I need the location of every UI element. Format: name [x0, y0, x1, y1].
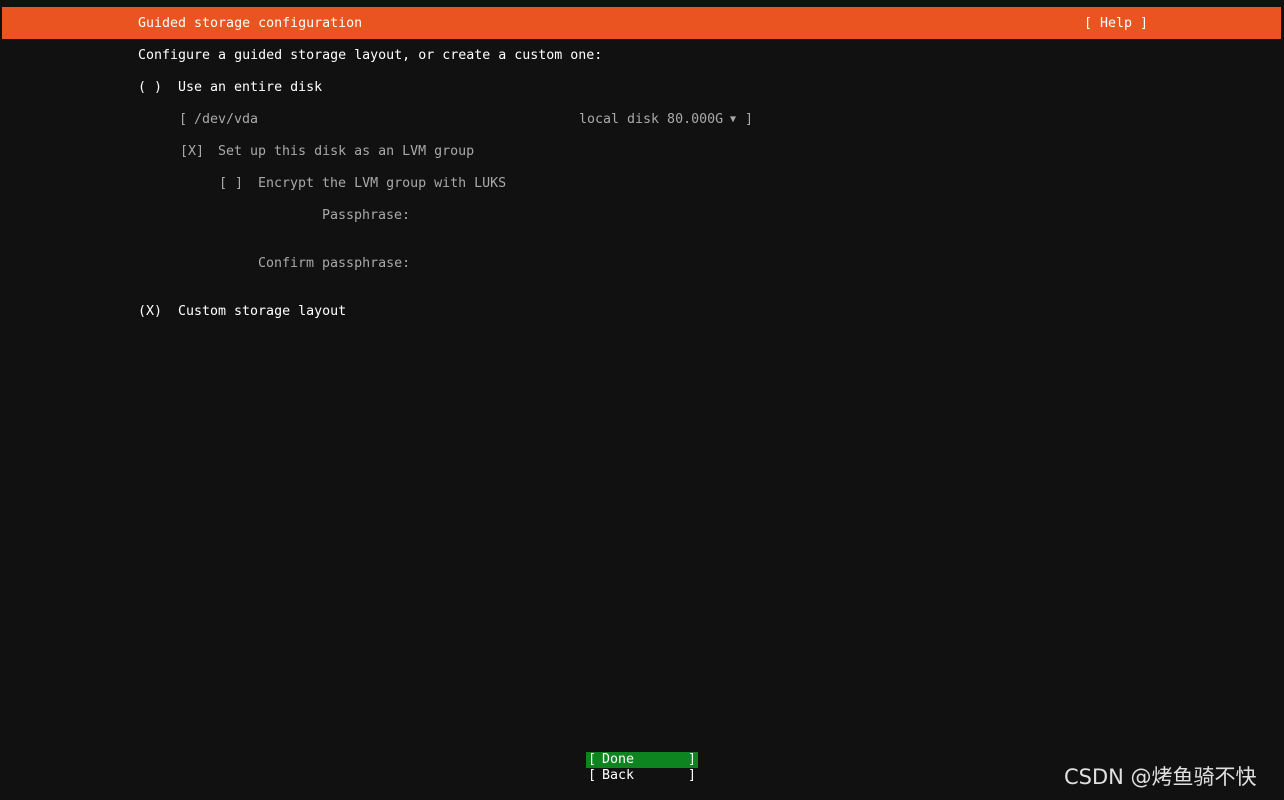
- back-button[interactable]: [ Back ]: [586, 768, 698, 784]
- done-button-label: Done: [602, 752, 635, 767]
- passphrase-label: Passphrase:: [322, 208, 411, 223]
- disk-select-device: /dev/vda: [194, 112, 259, 127]
- custom-layout-label[interactable]: Custom storage layout: [178, 304, 346, 320]
- luks-checkbox[interactable]: [ ]: [219, 176, 243, 192]
- help-button[interactable]: [ Help ]: [1084, 16, 1148, 32]
- confirm-passphrase-label: Confirm passphrase:: [258, 256, 411, 271]
- disk-select-description: local disk 80.000G: [579, 112, 724, 127]
- page-title: Guided storage configuration: [138, 16, 363, 31]
- back-button-open-bracket: [: [588, 768, 597, 783]
- watermark: CSDN @烤鱼骑不快: [1064, 765, 1257, 789]
- done-button[interactable]: [ Done ]: [586, 752, 698, 768]
- instructions-text: Configure a guided storage layout, or cr…: [138, 48, 603, 63]
- done-button-open-bracket: [: [588, 752, 597, 767]
- passphrase-field[interactable]: [418, 208, 748, 224]
- chevron-down-icon[interactable]: ▼: [730, 112, 736, 128]
- disk-select-close-bracket: ]: [745, 112, 754, 127]
- disk-select-open-bracket: [: [179, 112, 188, 127]
- entire-disk-label[interactable]: Use an entire disk: [178, 80, 322, 96]
- entire-disk-radio[interactable]: ( ): [138, 80, 162, 96]
- done-button-close-bracket: ]: [687, 752, 696, 767]
- custom-layout-radio[interactable]: (X): [138, 304, 162, 320]
- lvm-label: Set up this disk as an LVM group: [218, 144, 475, 159]
- back-button-close-bracket: ]: [687, 768, 696, 783]
- confirm-passphrase-field[interactable]: [418, 256, 748, 272]
- back-button-label: Back: [602, 768, 635, 783]
- lvm-checkbox[interactable]: [X]: [180, 144, 204, 160]
- luks-label: Encrypt the LVM group with LUKS: [258, 176, 507, 191]
